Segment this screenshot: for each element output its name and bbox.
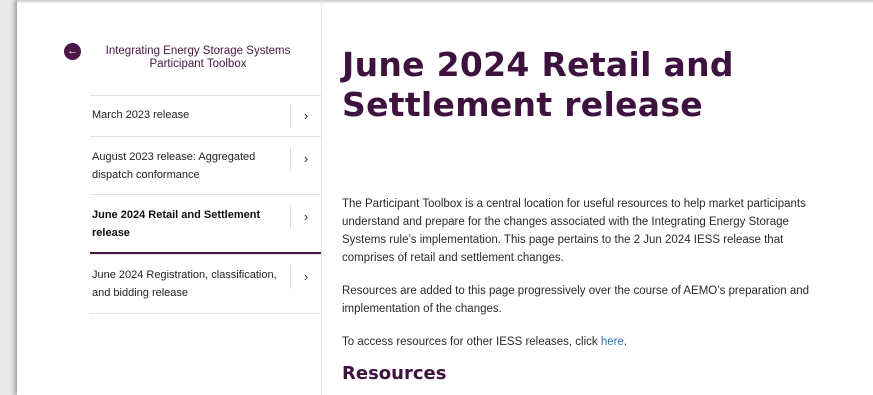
- other-releases-text: To access resources for other IESS relea…: [342, 336, 601, 348]
- page-frame: ← Integrating Energy Storage Systems Par…: [17, 0, 873, 395]
- page-title-line2: Settlement release: [342, 85, 703, 124]
- page-title-line1: June 2024 Retail and: [342, 45, 734, 84]
- here-link[interactable]: here: [601, 336, 624, 348]
- intro-line: Systems rule’s implementation. This page…: [342, 234, 784, 246]
- sidebar: ← Integrating Energy Storage Systems Par…: [17, 0, 322, 395]
- intro-paragraph: The Participant Toolbox is a central loc…: [342, 195, 873, 267]
- resources-line: Resources are added to this page progres…: [342, 285, 810, 297]
- chevron-right-icon[interactable]: ›: [290, 147, 321, 171]
- back-arrow-icon[interactable]: ←: [64, 43, 81, 60]
- menu-item-label-line1: August 2023 release: Aggregated: [92, 151, 256, 163]
- release-menu: March 2023 release › August 2023 release…: [90, 95, 321, 314]
- menu-item-march-2023[interactable]: March 2023 release ›: [90, 95, 321, 136]
- other-releases-period: .: [623, 336, 628, 348]
- toolbox-title-line2: Participant Toolbox: [149, 58, 247, 70]
- resources-paragraph: Resources are added to this page progres…: [342, 282, 873, 318]
- toolbox-title-line1: Integrating Energy Storage Systems: [105, 45, 291, 57]
- menu-item-label-line2: dispatch conformance: [92, 169, 200, 181]
- menu-item-june-2024-retail[interactable]: June 2024 Retail and Settlement release …: [90, 194, 321, 254]
- intro-line: understand and prepare for the changes a…: [342, 216, 789, 228]
- resources-line: implementation of the changes.: [342, 303, 502, 315]
- menu-item-august-2023[interactable]: August 2023 release: Aggregated dispatch…: [90, 136, 321, 194]
- menu-item-label: March 2023 release: [92, 109, 190, 121]
- chevron-right-icon[interactable]: ›: [290, 265, 321, 289]
- chevron-right-icon[interactable]: ›: [290, 104, 321, 128]
- intro-line: The Participant Toolbox is a central loc…: [342, 198, 806, 210]
- page-title: June 2024 Retail and Settlement release: [342, 45, 782, 125]
- resources-heading: Resources: [342, 363, 447, 384]
- menu-item-label-line2: and bidding release: [92, 287, 189, 299]
- toolbox-title[interactable]: Integrating Energy Storage Systems Parti…: [87, 45, 309, 71]
- chevron-right-icon[interactable]: ›: [290, 205, 321, 229]
- menu-item-label-line1: June 2024 Registration, classification,: [92, 269, 277, 281]
- menu-item-label-line1: June 2024 Retail and Settlement: [92, 209, 261, 221]
- other-releases-paragraph: To access resources for other IESS relea…: [342, 333, 873, 351]
- intro-line: comprises of retail and settlement chang…: [342, 252, 564, 264]
- menu-item-june-2024-registration[interactable]: June 2024 Registration, classification, …: [90, 254, 321, 313]
- menu-item-label-line2: release: [92, 227, 130, 239]
- menu-divider: [90, 313, 321, 314]
